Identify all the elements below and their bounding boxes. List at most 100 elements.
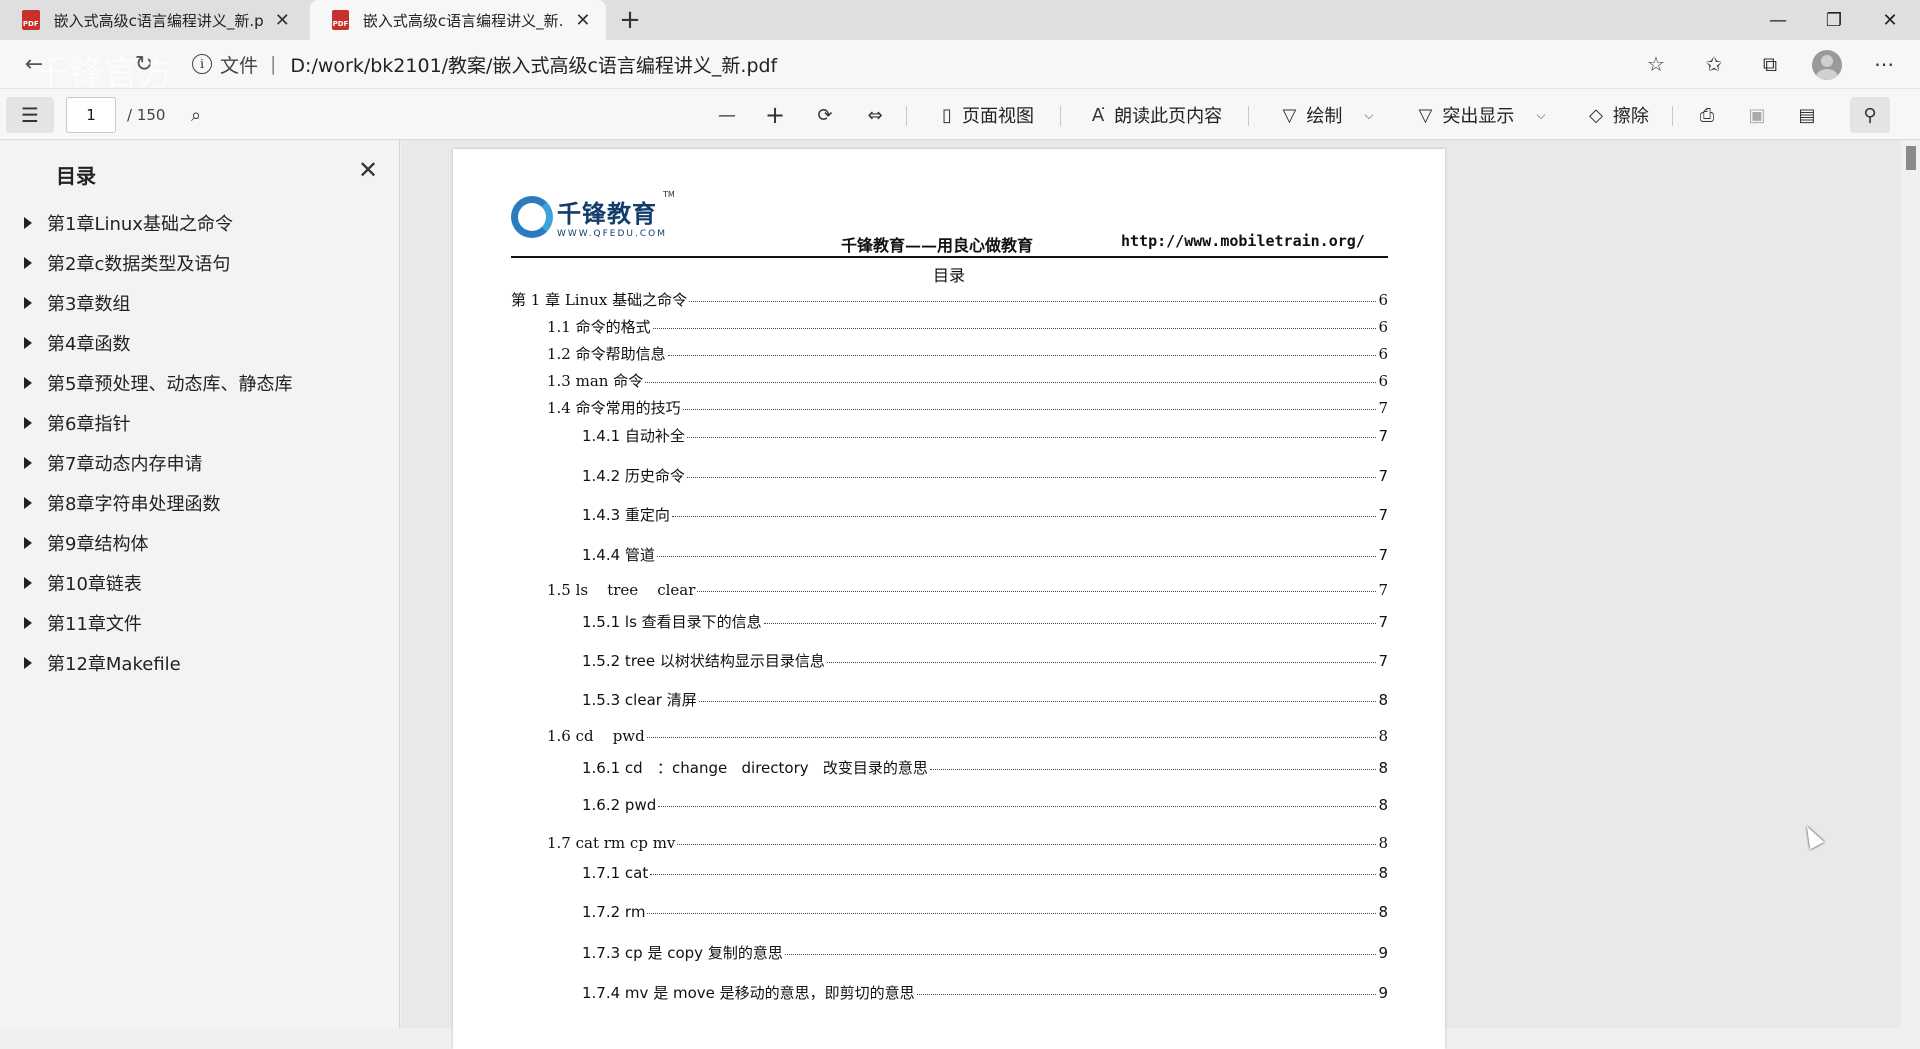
page-header-url: http://www.mobiletrain.org/ [1121,232,1365,250]
tab-pdf-1[interactable]: PDF 嵌入式高级c语言编程讲义_新.pdf ✕ [0,0,306,40]
sidebar-item-ch6[interactable]: 第6章指针 [24,408,384,438]
add-favorite-icon[interactable]: ☆ [1638,48,1674,80]
close-sidebar-icon[interactable]: ✕ [352,154,384,186]
more-menu-icon[interactable]: ⋯ [1866,48,1902,80]
close-tab-icon[interactable]: ✕ [269,6,296,34]
sidebar-item-label: 第1章Linux基础之命令 [47,214,233,235]
sidebar-item-label: 第6章指针 [47,414,131,435]
doc-toc-entry[interactable]: 1.5 ls tree clear 7 [547,581,1388,599]
sidebar-item-ch7[interactable]: 第7章动态内存申请 [24,448,384,478]
doc-toc-entry[interactable]: 1.5.3 clear 清屏 8 [582,689,1388,710]
erase-button[interactable]: ◇ 擦除 [1580,97,1658,133]
erase-label: 擦除 [1612,106,1649,127]
chevron-down-icon[interactable]: ⌵ [1536,108,1545,123]
expand-triangle-icon[interactable] [24,657,32,669]
zoom-in-icon[interactable]: + [758,97,792,133]
info-icon[interactable]: i [192,54,212,74]
page-view-icon: ▯ [942,104,952,126]
doc-toc-entry[interactable]: 1.7 cat rm cp mv 8 [547,834,1388,852]
draw-icon: ▽ [1282,104,1297,126]
doc-toc-entry[interactable]: 1.7.3 cp 是 copy 复制的意思 9 [582,942,1388,963]
expand-triangle-icon[interactable] [24,457,32,469]
expand-triangle-icon[interactable] [24,257,32,269]
doc-toc-entry[interactable]: 1.4.3 重定向 7 [582,504,1388,525]
close-window-button[interactable]: ✕ [1862,0,1918,40]
sidebar-title: 目录 [56,164,96,188]
logo-text-en: WWW.QFEDU.COM [557,229,667,239]
expand-triangle-icon[interactable] [24,617,32,629]
vertical-scrollbar[interactable] [1902,140,1920,1028]
draw-button[interactable]: ▽ 绘制 ⌵ [1268,97,1388,133]
page-view-label: 页面视图 [961,106,1034,127]
doc-toc-entry[interactable]: 1.6 cd pwd 8 [547,727,1388,745]
highlight-label: 突出显示 [1442,106,1515,127]
profile-avatar[interactable] [1812,50,1842,80]
tab-pdf-2-active[interactable]: PDF 嵌入式高级c语言编程讲义_新.pdf ✕ [310,0,606,40]
sidebar-item-label: 第9章结构体 [47,534,149,555]
sidebar-item-ch12[interactable]: 第12章Makefile [24,648,384,678]
doc-toc-entry[interactable]: 1.4.4 管道 7 [582,544,1388,565]
doc-toc-entry[interactable]: 1.3 man 命令 6 [547,370,1388,391]
minimize-button[interactable]: — [1750,0,1806,40]
expand-triangle-icon[interactable] [24,417,32,429]
doc-toc-entry[interactable]: 1.4 命令常用的技巧 7 [547,397,1388,418]
doc-toc-entry[interactable]: 1.4.2 历史命令 7 [582,465,1388,486]
expand-triangle-icon[interactable] [24,537,32,549]
expand-triangle-icon[interactable] [24,297,32,309]
sidebar-item-label: 第5章预处理、动态库、静态库 [47,374,293,395]
doc-toc-entry[interactable]: 1.6.2 pwd 8 [582,796,1388,814]
favorites-icon[interactable]: ✩ [1696,48,1732,80]
scrollbar-thumb[interactable] [1906,146,1916,170]
sidebar-item-ch1[interactable]: 第1章Linux基础之命令 [24,208,384,238]
sidebar-item-ch2[interactable]: 第2章c数据类型及语句 [24,248,384,278]
expand-triangle-icon[interactable] [24,577,32,589]
expand-triangle-icon[interactable] [24,217,32,229]
url-text: D:/work/bk2101/教案/嵌入式高级c语言编程讲义_新.pdf [290,54,778,77]
url-field[interactable]: i 文件 | D:/work/bk2101/教案/嵌入式高级c语言编程讲义_新.… [192,46,1682,82]
sidebar-item-ch9[interactable]: 第9章结构体 [24,528,384,558]
close-tab-icon[interactable]: ✕ [570,6,596,34]
sidebar-item-ch11[interactable]: 第11章文件 [24,608,384,638]
collections-icon[interactable]: ⧉ [1752,48,1788,80]
doc-toc-entry[interactable]: 第 1 章 Linux 基础之命令 6 [511,289,1388,310]
print-icon[interactable]: ⎙ [1690,97,1724,133]
save-icon[interactable]: ▣ [1740,97,1774,133]
page-view-button[interactable]: ▯ 页面视图 [928,97,1048,133]
sidebar-item-ch8[interactable]: 第8章字符串处理函数 [24,488,384,518]
toc-toggle-icon[interactable]: ☰ [6,97,54,133]
doc-toc-entry[interactable]: 1.1 命令的格式 6 [547,316,1388,337]
sidebar-item-ch3[interactable]: 第3章数组 [24,288,384,318]
new-tab-button[interactable]: + [614,4,646,36]
chevron-down-icon[interactable]: ⌵ [1364,108,1373,123]
doc-toc-entry[interactable]: 1.7.4 mv 是 move 是移动的意思，即剪切的意思 9 [582,982,1388,1003]
save-as-icon[interactable]: ▤ [1790,97,1824,133]
sidebar-item-ch4[interactable]: 第4章函数 [24,328,384,358]
sidebar-item-label: 第11章文件 [47,614,142,635]
expand-triangle-icon[interactable] [24,337,32,349]
search-icon[interactable]: ⌕ [180,97,212,133]
doc-toc-entry[interactable]: 1.5.1 ls 查看目录下的信息 7 [582,611,1388,632]
read-aloud-button[interactable]: A͘ 朗读此页内容 [1082,97,1232,133]
sidebar-item-label: 第8章字符串处理函数 [47,494,221,515]
back-button[interactable]: ← [18,48,50,80]
page-number-input[interactable]: 1 [66,97,116,133]
expand-triangle-icon[interactable] [24,497,32,509]
restore-button[interactable]: ❐ [1806,0,1862,40]
fit-width-icon[interactable]: ⇔ [858,97,892,133]
zoom-out-icon[interactable]: — [710,97,744,133]
doc-toc-entry[interactable]: 1.7.2 rm 8 [582,903,1388,921]
pin-toolbar-icon[interactable]: ⚲ [1850,97,1890,133]
sidebar-item-ch5[interactable]: 第5章预处理、动态库、静态库 [24,368,384,398]
refresh-button[interactable]: ↻ [128,48,160,80]
toolbar-divider [1060,106,1061,126]
rotate-icon[interactable]: ⟳ [808,97,842,133]
doc-toc-entry[interactable]: 1.5.2 tree 以树状结构显示目录信息 7 [582,650,1388,671]
doc-toc-entry[interactable]: 1.4.1 自动补全 7 [582,425,1388,446]
doc-toc-entry[interactable]: 1.7.1 cat 8 [582,864,1388,882]
doc-toc-entry[interactable]: 1.6.1 cd ：change directory 改变目录的意思 8 [582,757,1388,778]
highlight-button[interactable]: ▽ 突出显示 ⌵ [1408,97,1556,133]
doc-toc-entry[interactable]: 1.2 命令帮助信息 6 [547,343,1388,364]
expand-triangle-icon[interactable] [24,377,32,389]
sidebar-item-ch10[interactable]: 第10章链表 [24,568,384,598]
read-aloud-icon: A͘ [1091,104,1105,126]
